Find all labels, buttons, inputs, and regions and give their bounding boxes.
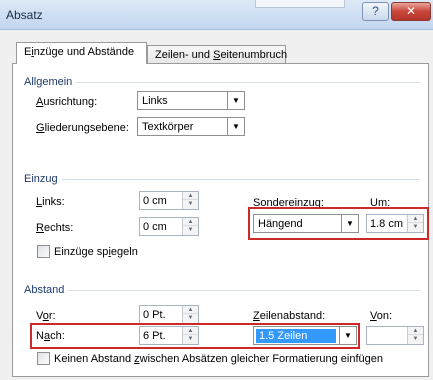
group-rule-abstand bbox=[67, 290, 420, 291]
links-label: Links: bbox=[36, 196, 65, 208]
spin-up-icon[interactable]: ▲ bbox=[183, 192, 198, 200]
chevron-down-icon[interactable]: ▼ bbox=[227, 92, 244, 109]
spin-down-icon[interactable]: ▼ bbox=[408, 335, 423, 343]
group-heading-allgemein: Allgemein bbox=[24, 76, 77, 88]
rechts-spinbox[interactable]: 0 cm ▲ ▼ bbox=[139, 217, 199, 236]
ausrichtung-select[interactable]: Links ▼ bbox=[137, 91, 245, 110]
zeilenabstand-select[interactable]: 1.5 Zeilen ▼ bbox=[253, 326, 357, 345]
tab-zeilen-und-seitenumbruch[interactable]: Zeilen- und Seitenumbruch bbox=[147, 45, 287, 65]
spin-up-icon[interactable]: ▲ bbox=[183, 306, 198, 314]
gliederungsebene-label: Gliederungsebene: bbox=[36, 122, 129, 134]
nach-spinbox[interactable]: 6 Pt. ▲ ▼ bbox=[139, 326, 199, 345]
spin-down-icon[interactable]: ▼ bbox=[183, 226, 198, 234]
window-title: Absatz bbox=[6, 8, 43, 22]
chevron-down-icon[interactable]: ▼ bbox=[339, 327, 356, 344]
vor-label: Vor: bbox=[36, 310, 56, 322]
spin-up-icon[interactable]: ▲ bbox=[408, 327, 423, 335]
group-rule-einzug bbox=[56, 179, 420, 180]
um-spinbox[interactable]: 1.8 cm ▲ ▼ bbox=[366, 214, 424, 233]
zeilenabstand-label: Zeilenabstand: bbox=[253, 310, 326, 322]
close-button[interactable]: ✕ bbox=[391, 2, 431, 21]
background-window-edge bbox=[255, 0, 345, 8]
von-spinbox[interactable]: ▲ ▼ bbox=[366, 326, 424, 345]
tab-einzuege-und-abstaende[interactable]: Einzüge und Abstände bbox=[16, 42, 147, 64]
keinen-abstand-checkbox[interactable] bbox=[37, 352, 50, 365]
spin-up-icon[interactable]: ▲ bbox=[183, 327, 198, 335]
title-bar: Absatz ? ✕ bbox=[0, 0, 433, 30]
einzuege-spiegeln-checkbox[interactable] bbox=[37, 245, 50, 258]
spin-down-icon[interactable]: ▼ bbox=[183, 200, 198, 208]
chevron-down-icon[interactable]: ▼ bbox=[227, 118, 244, 135]
sondereinzug-select[interactable]: Hängend ▼ bbox=[253, 214, 359, 233]
spin-down-icon[interactable]: ▼ bbox=[183, 335, 198, 343]
chevron-down-icon[interactable]: ▼ bbox=[341, 215, 358, 232]
help-button[interactable]: ? bbox=[362, 2, 389, 21]
close-icon: ✕ bbox=[405, 4, 417, 18]
nach-label: Nach: bbox=[36, 330, 65, 342]
links-spinbox[interactable]: 0 cm ▲ ▼ bbox=[139, 191, 199, 210]
group-rule-allgemein bbox=[70, 82, 420, 83]
spin-up-icon[interactable]: ▲ bbox=[408, 215, 423, 223]
von-label: Von: bbox=[370, 310, 393, 322]
einzuege-spiegeln-label: Einzüge spiegeln bbox=[54, 246, 138, 258]
vor-spinbox[interactable]: 0 Pt. ▲ ▼ bbox=[139, 305, 199, 324]
spin-down-icon[interactable]: ▼ bbox=[408, 223, 423, 231]
rechts-label: Rechts: bbox=[36, 222, 74, 234]
gliederungsebene-select[interactable]: Textkörper ▼ bbox=[137, 117, 245, 136]
help-icon: ? bbox=[372, 4, 379, 18]
ausrichtung-label: Ausrichtung: bbox=[36, 96, 98, 108]
spin-up-icon[interactable]: ▲ bbox=[183, 218, 198, 226]
group-heading-einzug: Einzug bbox=[24, 173, 62, 185]
group-heading-abstand: Abstand bbox=[24, 284, 69, 296]
keinen-abstand-label: Keinen Abstand zwischen Absätzen gleiche… bbox=[54, 353, 383, 365]
spin-down-icon[interactable]: ▼ bbox=[183, 314, 198, 322]
